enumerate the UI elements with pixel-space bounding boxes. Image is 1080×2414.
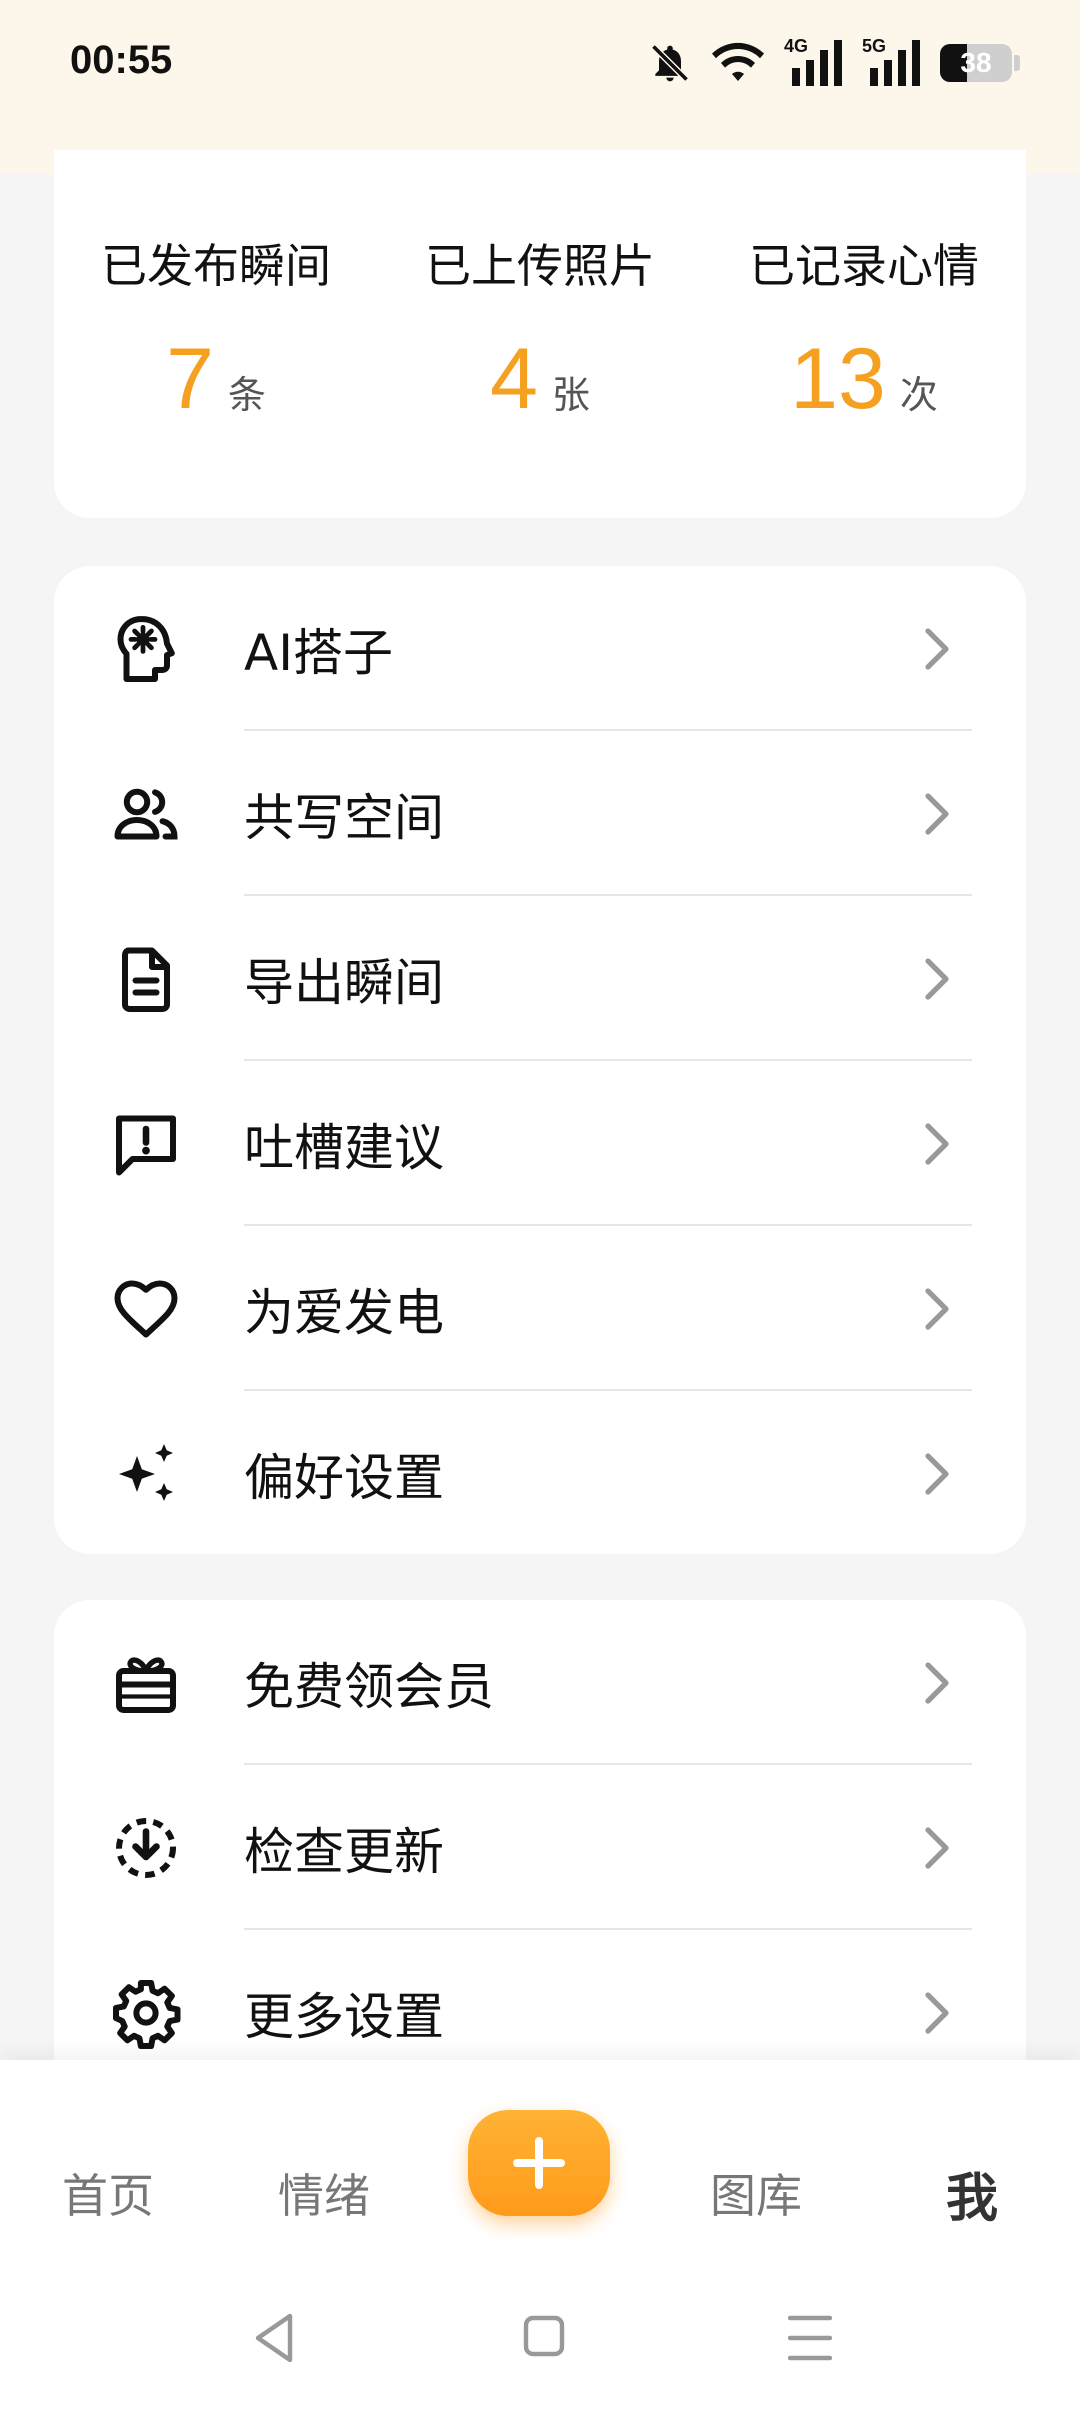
stat-unit: 张 [551,373,590,417]
menu-item-preferences[interactable]: 偏好设置 [54,1391,1026,1556]
signal-4g-icon: 4G [784,36,844,86]
menu-item-free-membership[interactable]: 免费领会员 [54,1600,1026,1765]
stat-value: 4 [490,331,538,427]
gear-icon [110,1977,182,2049]
wifi-icon [712,42,764,81]
menu-item-label: 偏好设置 [244,1448,444,1507]
battery-level: 38 [960,47,992,78]
stats-card: 已发布瞬间 7 条 已上传照片 4 张 已记录心情 13 次 [54,150,1026,518]
signal-5g-icon: 5G [862,36,922,86]
feedback-icon [110,1108,182,1180]
nav-gallery[interactable]: 图库 [676,2160,836,2226]
stat-label: 已上传照片 [425,239,655,293]
chevron-right-icon [925,1991,949,2034]
chevron-right-icon [925,1452,949,1495]
plus-icon [513,2137,565,2189]
chevron-right-icon [925,1661,949,1704]
chevron-right-icon [925,1826,949,1869]
back-icon[interactable] [252,2310,296,2366]
stat-label: 已发布瞬间 [101,239,331,293]
nav-me[interactable]: 我 [892,2156,1052,2231]
menu-card-account: 免费领会员 检查更新 更多设置 [54,1600,1026,2120]
stat-photos[interactable]: 已上传照片 4 张 [378,230,702,429]
menu-item-support[interactable]: 为爱发电 [54,1226,1026,1391]
chevron-right-icon [925,1122,949,1165]
bottom-nav: 首页 情绪 图库 我 [0,2060,1080,2414]
battery-icon: 38 [940,44,1012,82]
menu-item-export-moments[interactable]: 导出瞬间 [54,896,1026,1061]
menu-item-ai-partner[interactable]: AI搭子 [54,566,1026,731]
sparkle-icon [110,1438,182,1510]
chevron-right-icon [925,957,949,1000]
menu-item-label: 共写空间 [244,788,444,847]
chevron-right-icon [925,1287,949,1330]
status-time: 00:55 [70,38,173,82]
stat-unit: 次 [899,373,938,417]
menu-item-check-update[interactable]: 检查更新 [54,1765,1026,1930]
people-icon [110,778,182,850]
stat-moods[interactable]: 已记录心情 13 次 [702,230,1026,429]
menu-item-co-writing[interactable]: 共写空间 [54,731,1026,896]
menu-item-label: 吐槽建议 [244,1118,444,1177]
menu-card-features: AI搭子 共写空间 导出瞬间 吐槽建议 为爱发电 偏好设置 [54,566,1026,1554]
menu-item-label: 检查更新 [244,1822,444,1881]
document-icon [110,943,182,1015]
bell-off-icon [651,44,689,82]
stat-label: 已记录心情 [749,239,979,293]
menu-item-label: 导出瞬间 [244,953,444,1012]
heart-icon [110,1273,182,1345]
menu-item-label: 为爱发电 [244,1283,444,1342]
menu-lines-icon[interactable] [788,2310,832,2366]
battery-cap [1014,55,1020,71]
menu-item-feedback[interactable]: 吐槽建议 [54,1061,1026,1226]
stat-unit: 条 [227,373,266,417]
menu-item-label: 更多设置 [244,1987,444,2046]
status-icons: 4G 5G 38 [648,36,1020,90]
menu-item-label: AI搭子 [244,623,393,682]
menu-item-label: 免费领会员 [244,1657,494,1716]
ai-brain-icon [110,613,182,685]
nav-mood[interactable]: 情绪 [244,2160,404,2226]
chevron-right-icon [925,792,949,835]
chevron-right-icon [925,627,949,670]
stat-value: 7 [166,331,214,427]
gift-icon [110,1647,182,1719]
system-nav-bar [0,2310,1080,2390]
stat-value: 13 [790,331,886,427]
status-bar: 00:55 4G 5G 38 [0,0,1080,174]
nav-home[interactable]: 首页 [28,2160,188,2226]
download-update-icon [110,1812,182,1884]
add-button[interactable] [468,2110,610,2216]
stat-moments[interactable]: 已发布瞬间 7 条 [54,230,378,429]
home-square-icon[interactable] [522,2310,566,2366]
